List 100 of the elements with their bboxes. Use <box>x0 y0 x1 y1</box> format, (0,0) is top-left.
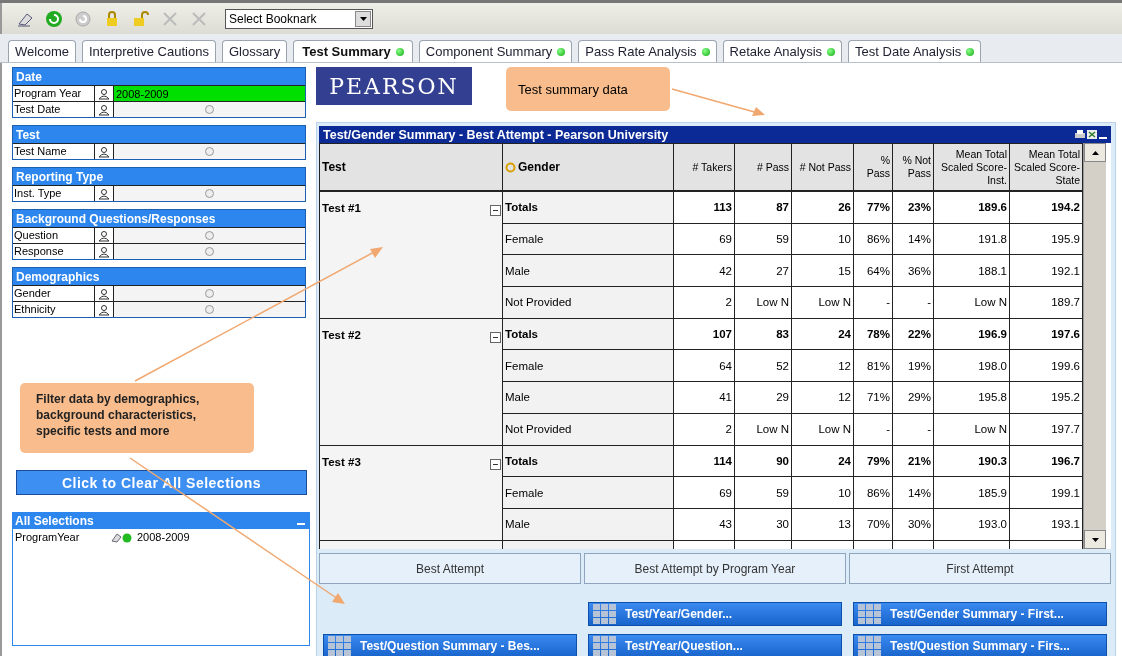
empty-circle-icon <box>205 231 214 240</box>
table-cell: 12 <box>791 349 854 382</box>
table-cell: 107 <box>673 318 735 350</box>
user-filter-icon[interactable] <box>98 145 110 158</box>
column-header[interactable]: % Pass <box>853 143 893 191</box>
filter-value[interactable]: 2008-2009 <box>114 86 305 101</box>
collapse-icon[interactable] <box>490 458 501 470</box>
table-cell: 24 <box>791 318 854 350</box>
user-filter-icon[interactable] <box>98 303 110 316</box>
table-cell: - <box>892 286 934 319</box>
table-cell: 12 <box>791 381 854 414</box>
table-cell: Low N <box>791 286 854 319</box>
tab[interactable]: Retake Analysis <box>722 40 843 62</box>
table-cell: 69 <box>673 223 735 255</box>
table-cell: 30 <box>734 508 792 541</box>
selection-value: 2008-2009 <box>137 531 190 543</box>
table-cell: 14% <box>892 223 934 255</box>
table-cell: 199.1 <box>1009 476 1083 509</box>
user-filter-icon[interactable] <box>98 245 110 258</box>
table-title: Test/Gender Summary - Best Attempt - Pearson University <box>323 127 669 142</box>
user-filter-icon[interactable] <box>98 287 110 300</box>
table-cell: 14% <box>892 476 934 509</box>
empty-circle-icon <box>205 305 214 314</box>
user-filter-icon[interactable] <box>98 187 110 200</box>
scroll-up-icon[interactable] <box>1091 150 1099 155</box>
table-cell: 10 <box>791 476 854 509</box>
dropdown-arrow-icon <box>359 16 367 21</box>
table-cell: 197.6 <box>1009 318 1083 350</box>
table-cell: 196.7 <box>1009 445 1083 477</box>
selection-field: ProgramYear <box>15 531 111 543</box>
table-cell: 23% <box>892 191 934 224</box>
table-cell: 189.7 <box>1009 286 1083 319</box>
filter-label: Test Name <box>13 144 95 159</box>
column-header[interactable]: % Not Pass <box>892 143 934 191</box>
tab[interactable]: Pass Rate Analysis <box>578 40 717 62</box>
column-header[interactable]: Mean Total Scaled Score-Inst. <box>933 143 1010 191</box>
column-header[interactable]: Mean Total Scaled Score-State <box>1009 143 1083 191</box>
table-cell: - <box>853 286 893 319</box>
table-cell: 29% <box>892 381 934 414</box>
filter-group-title: Date <box>15 69 43 85</box>
filter-label: Inst. Type <box>13 186 95 201</box>
table-cell: 198.0 <box>933 349 1010 382</box>
bookmark-dropdown[interactable]: Select Booknark <box>225 8 373 29</box>
refresh-icon[interactable] <box>45 9 63 28</box>
printer-icon[interactable] <box>1075 130 1085 139</box>
table-cell: 10 <box>791 223 854 255</box>
report-button[interactable]: Test/Gender Summary - First... <box>853 602 1107 626</box>
callout-note: Test summary data <box>506 67 670 111</box>
spreadsheet-icon[interactable] <box>1087 130 1097 139</box>
table-cell: 90 <box>734 445 792 477</box>
empty-circle-icon <box>205 247 214 256</box>
logo: PEARSON <box>316 67 472 105</box>
table-cell: 194.2 <box>1009 191 1083 224</box>
unlock-icon[interactable] <box>132 9 150 28</box>
tab[interactable]: Component Summary <box>418 40 573 62</box>
table-cell: 83 <box>734 318 792 350</box>
table-cell: 195.8 <box>933 381 1010 414</box>
filter-group-title: Test <box>15 127 41 143</box>
filter-label: Ethnicity <box>13 302 95 317</box>
table-cell: Test #1 <box>319 191 503 319</box>
table-cell: 13 <box>791 508 854 541</box>
report-button[interactable]: Test/Question Summary - Firs... <box>853 634 1107 656</box>
table-cell: 64% <box>853 254 893 287</box>
column-header[interactable]: Gender <box>502 143 674 191</box>
table-cell: Female <box>502 223 674 255</box>
user-filter-icon[interactable] <box>98 103 110 116</box>
scroll-down-icon[interactable] <box>1091 537 1099 542</box>
table-icon <box>858 636 882 656</box>
scrollbar[interactable] <box>1083 143 1106 549</box>
table-cell: Test #2 <box>319 318 503 445</box>
table-cell: 196.9 <box>933 318 1010 350</box>
column-header[interactable]: Test <box>319 143 503 191</box>
table-cell: Low N <box>734 286 792 319</box>
collapse-icon[interactable] <box>490 205 501 216</box>
table-cell: Totals <box>502 318 674 350</box>
column-header[interactable]: # Takers <box>673 143 735 191</box>
collapse-icon[interactable] <box>490 331 501 343</box>
eraser-dot-icon[interactable] <box>111 531 133 543</box>
table-cell: 78% <box>853 318 893 350</box>
tab[interactable]: Glossary <box>221 40 288 62</box>
tab[interactable]: Interpretive Cautions <box>81 40 216 62</box>
table-cell: 192.1 <box>1009 254 1083 287</box>
tab[interactable]: Test Summary <box>293 40 413 62</box>
empty-circle-icon <box>205 105 214 114</box>
tab[interactable]: Welcome <box>8 40 76 62</box>
table-cell: 199.6 <box>1009 349 1083 382</box>
section-header: First Attempt <box>849 553 1111 584</box>
column-header[interactable]: # Pass <box>734 143 792 191</box>
report-button[interactable]: Test/Year/Gender... <box>588 602 842 626</box>
tab[interactable]: Test Date Analysis <box>848 40 982 62</box>
table-cell: 42 <box>673 254 735 287</box>
report-button[interactable]: Test/Year/Question... <box>588 634 842 656</box>
table-cell: 195.2 <box>1009 381 1083 414</box>
column-header[interactable]: # Not Pass <box>791 143 854 191</box>
table-cell: 113 <box>673 191 735 224</box>
report-button[interactable]: Test/Question Summary - Bes... <box>323 634 577 656</box>
user-filter-icon[interactable] <box>98 229 110 242</box>
user-filter-icon[interactable] <box>98 87 110 100</box>
table-cell: Male <box>502 508 674 541</box>
empty-circle-icon <box>205 189 214 198</box>
